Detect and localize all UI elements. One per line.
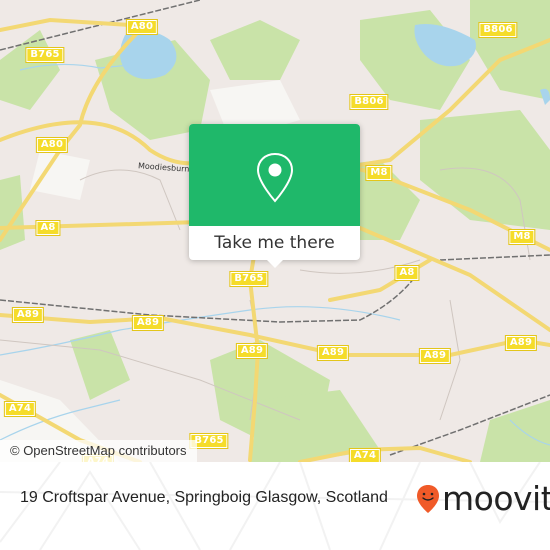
road-shield: A8	[394, 265, 420, 281]
footer-bar: 19 Croftspar Avenue, Springboig Glasgow,…	[0, 462, 550, 550]
road-shield: A74	[3, 401, 37, 417]
popup-header	[189, 124, 360, 226]
road-shield: A89	[504, 335, 538, 351]
map-pin-icon	[256, 152, 294, 203]
road-shield: M8	[508, 229, 536, 245]
road-shield: B806	[478, 22, 518, 38]
brand-name: moovit	[442, 479, 550, 518]
map-view[interactable]: A80 B765 B806 B806 A80 M8 A8 M8 B765 A8 …	[0, 0, 550, 462]
road-shield: B765	[229, 271, 269, 287]
road-shield: A89	[316, 345, 350, 361]
destination-popup: Take me there	[189, 124, 360, 268]
road-shield: A89	[131, 315, 165, 331]
road-shield: A74	[348, 448, 382, 462]
road-shield: A80	[125, 19, 159, 35]
moovit-logo[interactable]: moovit	[416, 482, 550, 516]
moovit-pin-logo-icon	[417, 485, 439, 513]
road-shield: A89	[11, 307, 45, 323]
take-me-there-button[interactable]: Take me there	[189, 226, 360, 260]
road-shield: A89	[235, 343, 269, 359]
address-text: 19 Croftspar Avenue, Springboig Glasgow,…	[20, 489, 388, 506]
road-shield: B765	[25, 47, 65, 63]
popup-pointer	[266, 259, 284, 268]
road-shield: A80	[35, 137, 69, 153]
road-shield: A89	[418, 348, 452, 364]
road-shield: A8	[35, 220, 61, 236]
road-shield: B806	[349, 94, 389, 110]
road-shield: M8	[365, 165, 393, 181]
map-attribution[interactable]: © OpenStreetMap contributors	[0, 440, 197, 462]
